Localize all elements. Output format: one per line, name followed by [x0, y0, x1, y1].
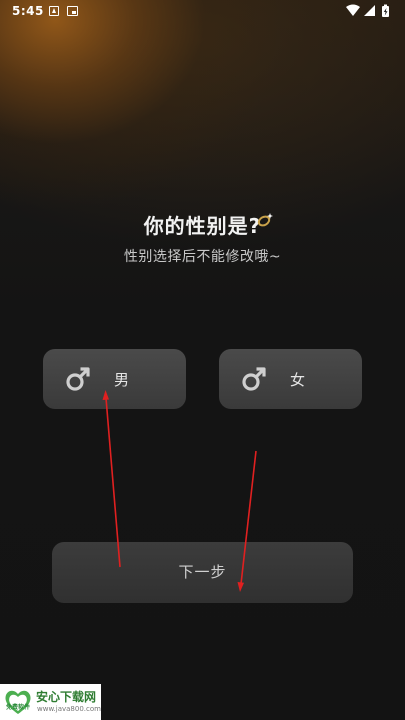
page-subtitle: 性别选择后不能修改哦~: [123, 249, 282, 265]
title-area: 你的性别是?: [0, 210, 405, 239]
status-bar: 5:45: [0, 0, 405, 24]
sparkle-ring-icon: [258, 213, 274, 227]
gender-option-female-label: 女: [290, 371, 306, 389]
watermark-badge: 免费软件 安心下载网 www.java800.com: [0, 684, 101, 720]
picture-notification-icon: [67, 6, 78, 16]
status-time: 5:45: [12, 4, 44, 18]
status-icons: [346, 4, 389, 17]
annotation-arrow-up: [102, 390, 121, 568]
watermark-site-url: www.java800.com: [37, 705, 101, 713]
gender-selection-screen: 5:45 你的性别是? 性别选择后不能修改哦~ 男 女 下一步 免费软件 安心下…: [0, 0, 405, 720]
male-symbol-icon: [66, 367, 90, 391]
next-step-button[interactable]: 下一步: [52, 542, 353, 603]
signal-icon: [364, 5, 375, 16]
page-title-text: 你的性别是?: [143, 214, 262, 238]
male-symbol-icon: [242, 367, 266, 391]
gender-option-female[interactable]: 女: [219, 349, 362, 409]
text-a-notification-icon: [49, 6, 59, 16]
page-title: 你的性别是?: [143, 210, 274, 239]
gender-option-male[interactable]: 男: [43, 349, 186, 409]
battery-charging-icon: [382, 4, 389, 17]
watermark-site-name: 安心下载网: [36, 690, 97, 704]
watermark-logo-text: 免费软件: [5, 704, 30, 711]
wifi-icon: [346, 4, 360, 16]
gender-option-male-label: 男: [114, 371, 130, 389]
